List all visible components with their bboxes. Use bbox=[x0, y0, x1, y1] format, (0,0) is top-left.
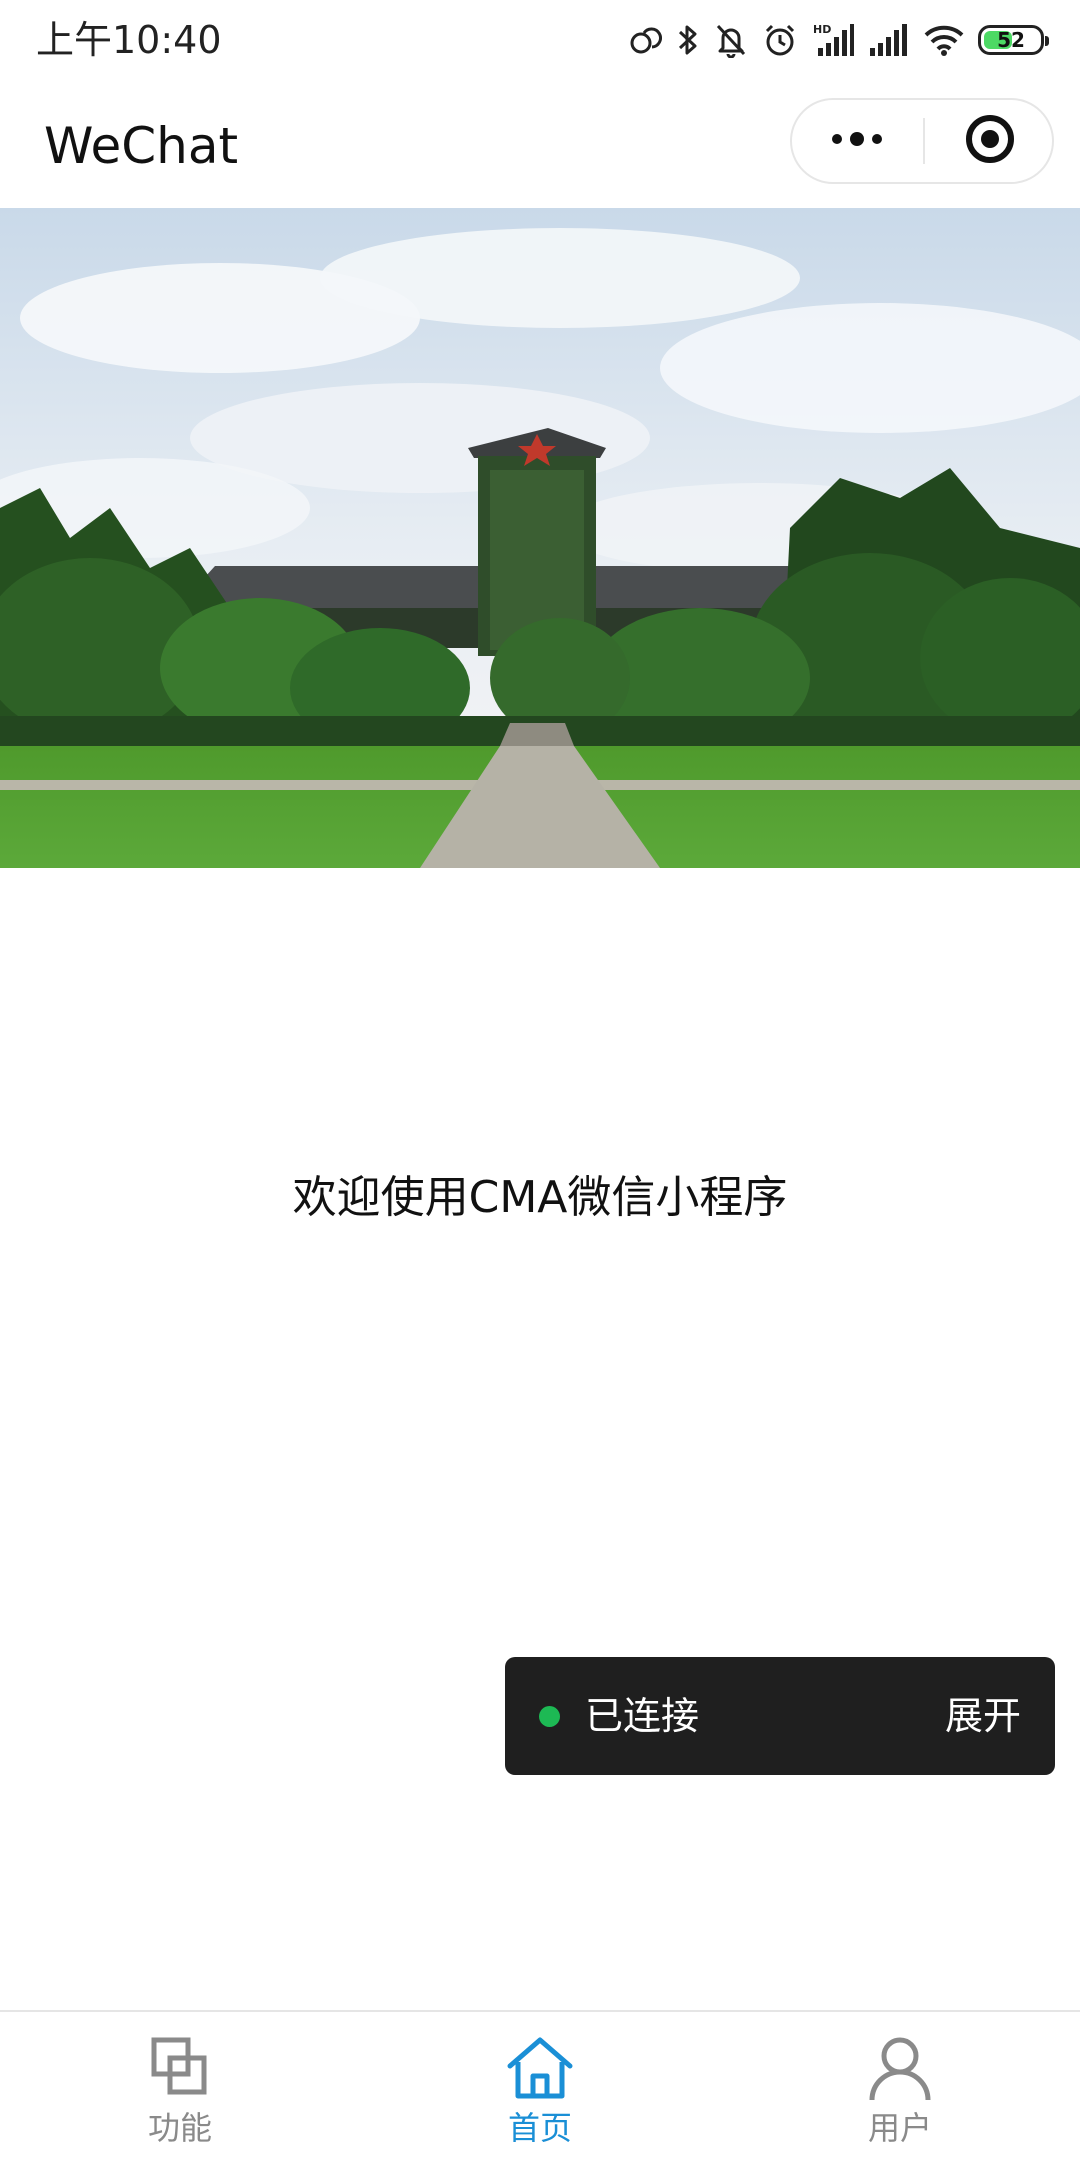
status-time: 上午10:40 bbox=[36, 18, 222, 62]
campus-building-photo bbox=[0, 208, 1080, 868]
connection-status: 已连接 bbox=[585, 1694, 700, 1738]
hd-label: HD bbox=[813, 23, 831, 36]
more-dots-icon bbox=[829, 129, 885, 153]
user-icon bbox=[864, 2032, 936, 2104]
tab-label: 首页 bbox=[507, 2109, 572, 2147]
signal-icon bbox=[868, 22, 910, 58]
more-button[interactable] bbox=[792, 100, 922, 182]
home-icon bbox=[504, 2032, 576, 2104]
target-close-icon bbox=[964, 113, 1016, 169]
tab-user[interactable]: 用户 bbox=[720, 2012, 1080, 2160]
tab-home[interactable]: 首页 bbox=[360, 2012, 720, 2160]
mute-bell-icon bbox=[714, 22, 748, 58]
link-icon bbox=[628, 23, 662, 57]
tab-label: 用户 bbox=[867, 2109, 932, 2147]
close-button[interactable] bbox=[925, 100, 1054, 182]
bluetooth-icon bbox=[676, 22, 700, 58]
expand-button[interactable]: 展开 bbox=[945, 1691, 1021, 1741]
connected-status-dot bbox=[539, 1706, 560, 1727]
capsule-menu bbox=[790, 98, 1054, 184]
function-squares-icon bbox=[144, 2032, 216, 2104]
status-icons: HD 52 bbox=[628, 18, 1049, 62]
banner-image bbox=[0, 208, 1080, 868]
tab-label: 功能 bbox=[147, 2109, 212, 2147]
battery-icon: 52 bbox=[978, 25, 1049, 55]
status-bar: 上午10:40 HD 52 bbox=[0, 0, 1080, 80]
alarm-icon bbox=[762, 22, 798, 58]
battery-level: 52 bbox=[997, 28, 1025, 52]
nav-bar: WeChat bbox=[0, 80, 1080, 208]
wifi-icon bbox=[924, 23, 964, 57]
connection-toast: 已连接 展开 bbox=[505, 1657, 1055, 1775]
page-title: WeChat bbox=[44, 117, 239, 175]
tab-functions[interactable]: 功能 bbox=[0, 2012, 360, 2160]
tab-bar: 功能 首页 用户 bbox=[0, 2010, 1080, 2160]
hd-signal-icon: HD bbox=[812, 22, 854, 58]
welcome-text: 欢迎使用CMA微信小程序 bbox=[292, 1172, 788, 1223]
